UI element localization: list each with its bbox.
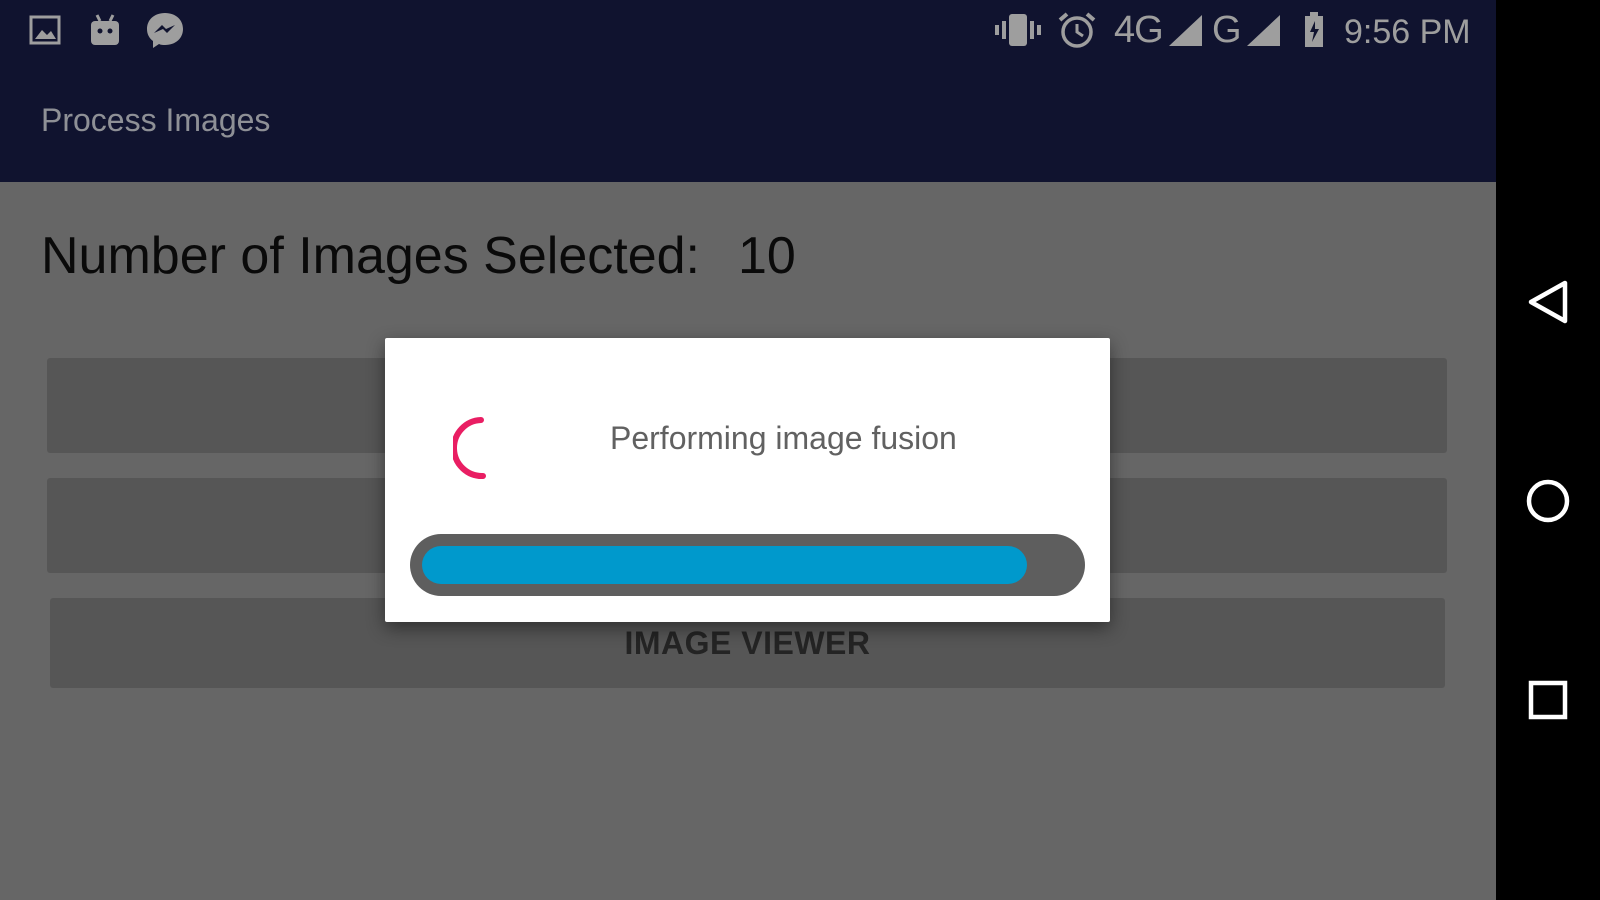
progress-bar-fill [422,546,1027,584]
back-icon[interactable] [1518,272,1578,332]
home-icon[interactable] [1518,471,1578,531]
progress-bar [410,534,1085,596]
progress-dialog: Performing image fusion [385,338,1110,622]
recents-icon[interactable] [1518,670,1578,730]
app-screen: 4G G 9:56 PM Process Images Number of Im… [0,0,1496,900]
navigation-bar [1496,0,1600,900]
dialog-message: Performing image fusion [610,420,957,456]
loading-spinner-icon [451,414,519,480]
